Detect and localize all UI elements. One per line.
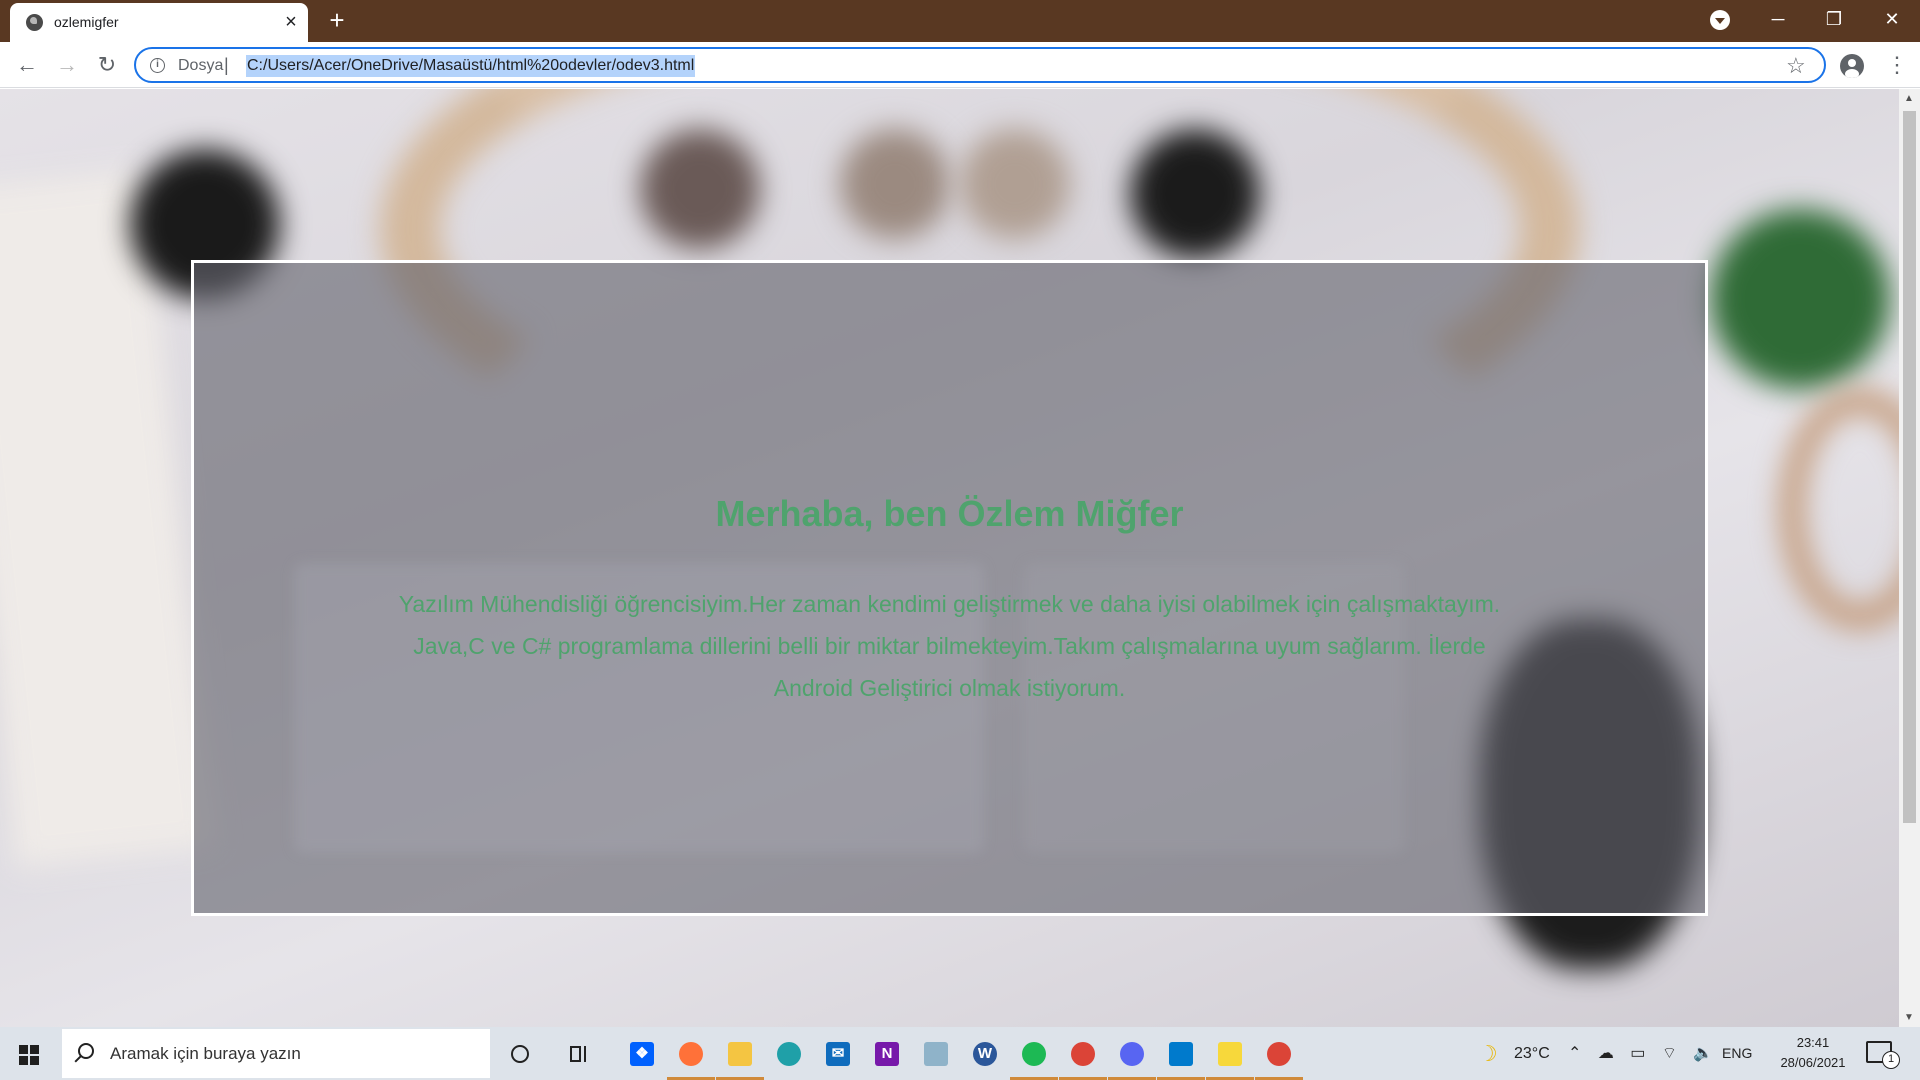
address-scheme-label: Dosya [178, 57, 224, 74]
edge-icon [777, 1042, 801, 1066]
word-taskbar-button[interactable]: W [967, 1036, 1003, 1072]
notification-center-icon[interactable]: 1 [1866, 1041, 1900, 1069]
scrollbar-thumb[interactable] [1903, 111, 1916, 823]
word-icon-glyph: W [977, 1045, 993, 1062]
background-plant [1130, 129, 1260, 259]
firefox-icon [679, 1042, 703, 1066]
info-icon[interactable]: i [150, 58, 165, 73]
spotify-taskbar-button[interactable] [1010, 1036, 1058, 1080]
notes-taskbar-button[interactable] [918, 1036, 954, 1072]
sticky-notes-taskbar-button[interactable] [1206, 1036, 1254, 1080]
windows-taskbar: Aramak için buraya yazın ❖ ✉ N W ☽ 23°C ⌃ ☁… [0, 1027, 1920, 1080]
browser-tab-strip: ozlemigfer × + ─ ❐ ✕ [0, 0, 1920, 42]
chrome-taskbar-button[interactable] [1059, 1036, 1107, 1080]
notification-count-badge: 1 [1882, 1051, 1900, 1069]
start-button[interactable] [10, 1038, 48, 1070]
back-arrow-icon[interactable]: ← [12, 50, 42, 80]
clock[interactable]: 23:41 28/06/2021 [1768, 1033, 1858, 1073]
chrome-active-taskbar-button[interactable] [1255, 1036, 1303, 1080]
weather-temperature[interactable]: 23°C [1514, 1027, 1550, 1080]
cortana-icon [511, 1045, 529, 1063]
language-indicator[interactable]: ENG [1722, 1027, 1752, 1080]
cortana-button[interactable] [502, 1036, 538, 1072]
tab-search-icon[interactable] [1710, 10, 1730, 30]
bookmark-star-icon[interactable]: ☆ [1786, 53, 1806, 79]
tab-title: ozlemigfer [54, 14, 119, 30]
page-viewport: Merhaba, ben Özlem Miğfer Yazılım Mühend… [0, 89, 1899, 1027]
clock-time: 23:41 [1796, 1035, 1830, 1050]
firefox-taskbar-button[interactable] [667, 1036, 715, 1080]
address-separator: | [224, 55, 229, 75]
background-cup [1780, 389, 1899, 629]
windows-logo-icon [19, 1045, 39, 1065]
close-window-button[interactable]: ✕ [1864, 0, 1920, 38]
vscode-taskbar-button[interactable] [1157, 1036, 1205, 1080]
globe-icon [26, 14, 43, 31]
intro-panel: Merhaba, ben Özlem Miğfer Yazılım Mühend… [191, 260, 1708, 916]
task-view-icon-part [584, 1046, 588, 1062]
scroll-up-arrow-icon[interactable]: ▲ [1904, 93, 1914, 104]
tab-ozlemigfer[interactable]: ozlemigfer × [10, 3, 308, 42]
chrome-active-icon [1267, 1042, 1291, 1066]
system-tray-icons[interactable]: ⌃ ☁ ▭ ⌔ 🔈 [1568, 1027, 1719, 1080]
vscode-icon [1169, 1042, 1193, 1066]
page-title: Merhaba, ben Özlem Miğfer [715, 493, 1184, 534]
search-placeholder: Aramak için buraya yazın [110, 1044, 301, 1063]
scroll-down-arrow-icon[interactable]: ▼ [1904, 1012, 1914, 1023]
task-view-button[interactable] [562, 1036, 598, 1072]
background-plant [960, 129, 1070, 239]
profile-avatar-icon[interactable] [1840, 54, 1864, 78]
search-icon [78, 1043, 94, 1059]
spotify-icon [1022, 1042, 1046, 1066]
new-tab-button[interactable]: + [323, 6, 351, 34]
minimize-button[interactable]: ─ [1750, 0, 1806, 38]
address-url[interactable]: C:/Users/Acer/OneDrive/Masaüstü/html%20o… [246, 55, 696, 77]
file-explorer-taskbar-button[interactable] [716, 1036, 764, 1080]
chrome-icon [1071, 1042, 1095, 1066]
onenote-icon-glyph: N [881, 1045, 893, 1062]
mail-taskbar-button[interactable]: ✉ [820, 1036, 856, 1072]
vertical-scrollbar[interactable]: ▲ ▼ [1899, 89, 1920, 1027]
taskbar-search-input[interactable]: Aramak için buraya yazın [62, 1029, 490, 1078]
tab-close-icon[interactable]: × [280, 11, 302, 33]
sticky-notes-icon [1218, 1042, 1242, 1066]
dropbox-icon-glyph: ❖ [635, 1045, 649, 1062]
maximize-button[interactable]: ❐ [1806, 0, 1862, 38]
file-explorer-icon [728, 1042, 752, 1066]
onenote-taskbar-button[interactable]: N [869, 1036, 905, 1072]
forward-arrow-icon[interactable]: → [52, 50, 82, 80]
background-plant [840, 129, 950, 239]
dropbox-taskbar-button[interactable]: ❖ [624, 1036, 660, 1072]
edge-taskbar-button[interactable] [771, 1036, 807, 1072]
browser-toolbar: ← → ↻ i Dosya | C:/Users/Acer/OneDrive/M… [0, 42, 1920, 88]
weather-moon-icon[interactable]: ☽ [1478, 1027, 1498, 1080]
clock-date: 28/06/2021 [1780, 1055, 1846, 1070]
reload-icon[interactable]: ↻ [92, 50, 122, 80]
discord-icon [1120, 1042, 1144, 1066]
discord-taskbar-button[interactable] [1108, 1036, 1156, 1080]
notes-icon [924, 1042, 948, 1066]
mail-icon-glyph: ✉ [831, 1045, 845, 1062]
address-bar[interactable]: i Dosya | C:/Users/Acer/OneDrive/Masaüst… [134, 47, 1826, 83]
task-view-icon [570, 1046, 581, 1062]
intro-paragraph: Yazılım Mühendisliği öğrencisiyim.Her za… [398, 591, 1501, 701]
browser-menu-icon[interactable]: ⋮ [1886, 50, 1908, 80]
background-plant [1710, 209, 1890, 389]
background-plant [640, 129, 760, 249]
